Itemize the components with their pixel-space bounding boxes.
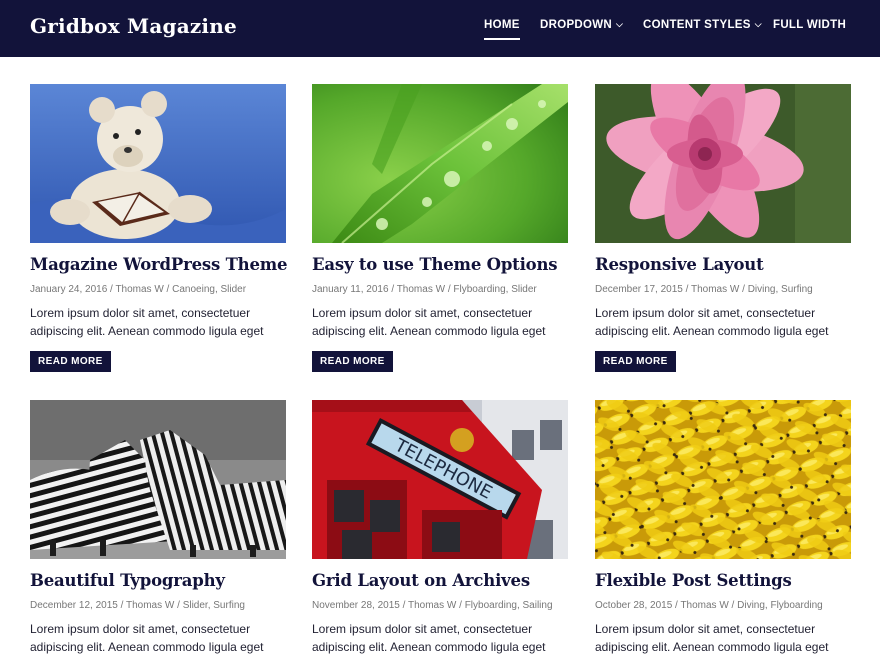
post-card: Beautiful Typography December 12, 2015 /… <box>30 400 286 656</box>
post-card: Flexible Post Settings October 28, 2015 … <box>595 400 851 656</box>
post-excerpt: Lorem ipsum dolor sit amet, consectetuer… <box>595 622 829 654</box>
post-categories[interactable]: Flyboarding, Slider <box>453 284 536 295</box>
nav-dropdown[interactable]: DROPDOWN ⌵ <box>540 19 623 31</box>
post-categories[interactable]: Canoeing, Slider <box>172 284 246 295</box>
post-card: Magazine WordPress Theme January 24, 201… <box>30 84 288 372</box>
post-date[interactable]: January 24, 2016 <box>30 284 107 295</box>
post-categories[interactable]: Diving, Surfing <box>748 284 813 295</box>
zebras-image <box>30 400 286 559</box>
bananas-image <box>595 400 851 559</box>
grass-dew-image <box>312 84 568 243</box>
post-date[interactable]: November 28, 2015 <box>312 600 400 611</box>
post-excerpt: Lorem ipsum dolor sit amet, consectetuer… <box>312 306 546 338</box>
post-card: TELEPHONE Grid Layout on Archives Novemb… <box>312 400 568 656</box>
post-date[interactable]: December 17, 2015 <box>595 284 683 295</box>
post-meta: January 24, 2016 / Thomas W / Canoeing, … <box>30 284 247 295</box>
post-categories[interactable]: Flyboarding, Sailing <box>465 600 553 611</box>
post-date[interactable]: December 12, 2015 <box>30 600 118 611</box>
post-meta: October 28, 2015 / Thomas W / Diving, Fl… <box>595 600 823 611</box>
chevron-down-icon: ⌵ <box>754 19 762 29</box>
post-author[interactable]: Thomas W <box>408 600 456 611</box>
post-meta: December 12, 2015 / Thomas W / Slider, S… <box>30 600 245 611</box>
site-title[interactable]: Gridbox Magazine <box>30 14 237 38</box>
post-thumbnail[interactable] <box>312 84 568 243</box>
post-excerpt: Lorem ipsum dolor sit amet, consectetuer… <box>30 622 264 654</box>
post-meta: January 11, 2016 / Thomas W / Flyboardin… <box>312 284 537 295</box>
post-author[interactable]: Thomas W <box>126 600 174 611</box>
nav-home[interactable]: HOME <box>484 19 520 40</box>
post-thumbnail[interactable]: TELEPHONE <box>312 400 568 559</box>
nav-full-width[interactable]: FULL WIDTH <box>773 19 846 31</box>
teddy-bear-image <box>30 84 286 243</box>
post-categories[interactable]: Diving, Flyboarding <box>737 600 823 611</box>
post-title[interactable]: Beautiful Typography <box>30 571 286 590</box>
post-title[interactable]: Magazine WordPress Theme <box>30 255 288 274</box>
post-card: Easy to use Theme Options January 11, 20… <box>312 84 568 372</box>
read-more-button[interactable]: READ MORE <box>30 351 111 372</box>
post-title[interactable]: Easy to use Theme Options <box>312 255 568 274</box>
post-date[interactable]: January 11, 2016 <box>312 284 389 295</box>
read-more-button[interactable]: READ MORE <box>595 351 676 372</box>
post-date[interactable]: October 28, 2015 <box>595 600 672 611</box>
nav-dropdown-label: DROPDOWN <box>540 19 613 31</box>
read-more-button[interactable]: READ MORE <box>312 351 393 372</box>
post-thumbnail[interactable] <box>595 400 851 559</box>
post-excerpt: Lorem ipsum dolor sit amet, consectetuer… <box>30 306 264 338</box>
post-title[interactable]: Grid Layout on Archives <box>312 571 568 590</box>
telephone-box-image: TELEPHONE <box>312 400 568 559</box>
site-header: Gridbox Magazine HOME DROPDOWN ⌵ CONTENT … <box>0 0 880 57</box>
post-author[interactable]: Thomas W <box>691 284 739 295</box>
nav-content-styles[interactable]: CONTENT STYLES ⌵ <box>643 19 762 31</box>
post-title[interactable]: Responsive Layout <box>595 255 851 274</box>
chevron-down-icon: ⌵ <box>616 19 624 29</box>
post-author[interactable]: Thomas W <box>397 284 445 295</box>
post-categories[interactable]: Slider, Surfing <box>183 600 245 611</box>
nav-content-styles-label: CONTENT STYLES <box>643 19 751 31</box>
post-card: Responsive Layout December 17, 2015 / Th… <box>595 84 851 372</box>
post-meta: December 17, 2015 / Thomas W / Diving, S… <box>595 284 813 295</box>
post-thumbnail[interactable] <box>30 84 286 243</box>
post-author[interactable]: Thomas W <box>680 600 728 611</box>
post-thumbnail[interactable] <box>30 400 286 559</box>
post-excerpt: Lorem ipsum dolor sit amet, consectetuer… <box>595 306 829 338</box>
post-meta: November 28, 2015 / Thomas W / Flyboardi… <box>312 600 553 611</box>
post-excerpt: Lorem ipsum dolor sit amet, consectetuer… <box>312 622 546 654</box>
post-author[interactable]: Thomas W <box>115 284 163 295</box>
pink-dahlia-image <box>595 84 851 243</box>
post-title[interactable]: Flexible Post Settings <box>595 571 851 590</box>
post-thumbnail[interactable] <box>595 84 851 243</box>
